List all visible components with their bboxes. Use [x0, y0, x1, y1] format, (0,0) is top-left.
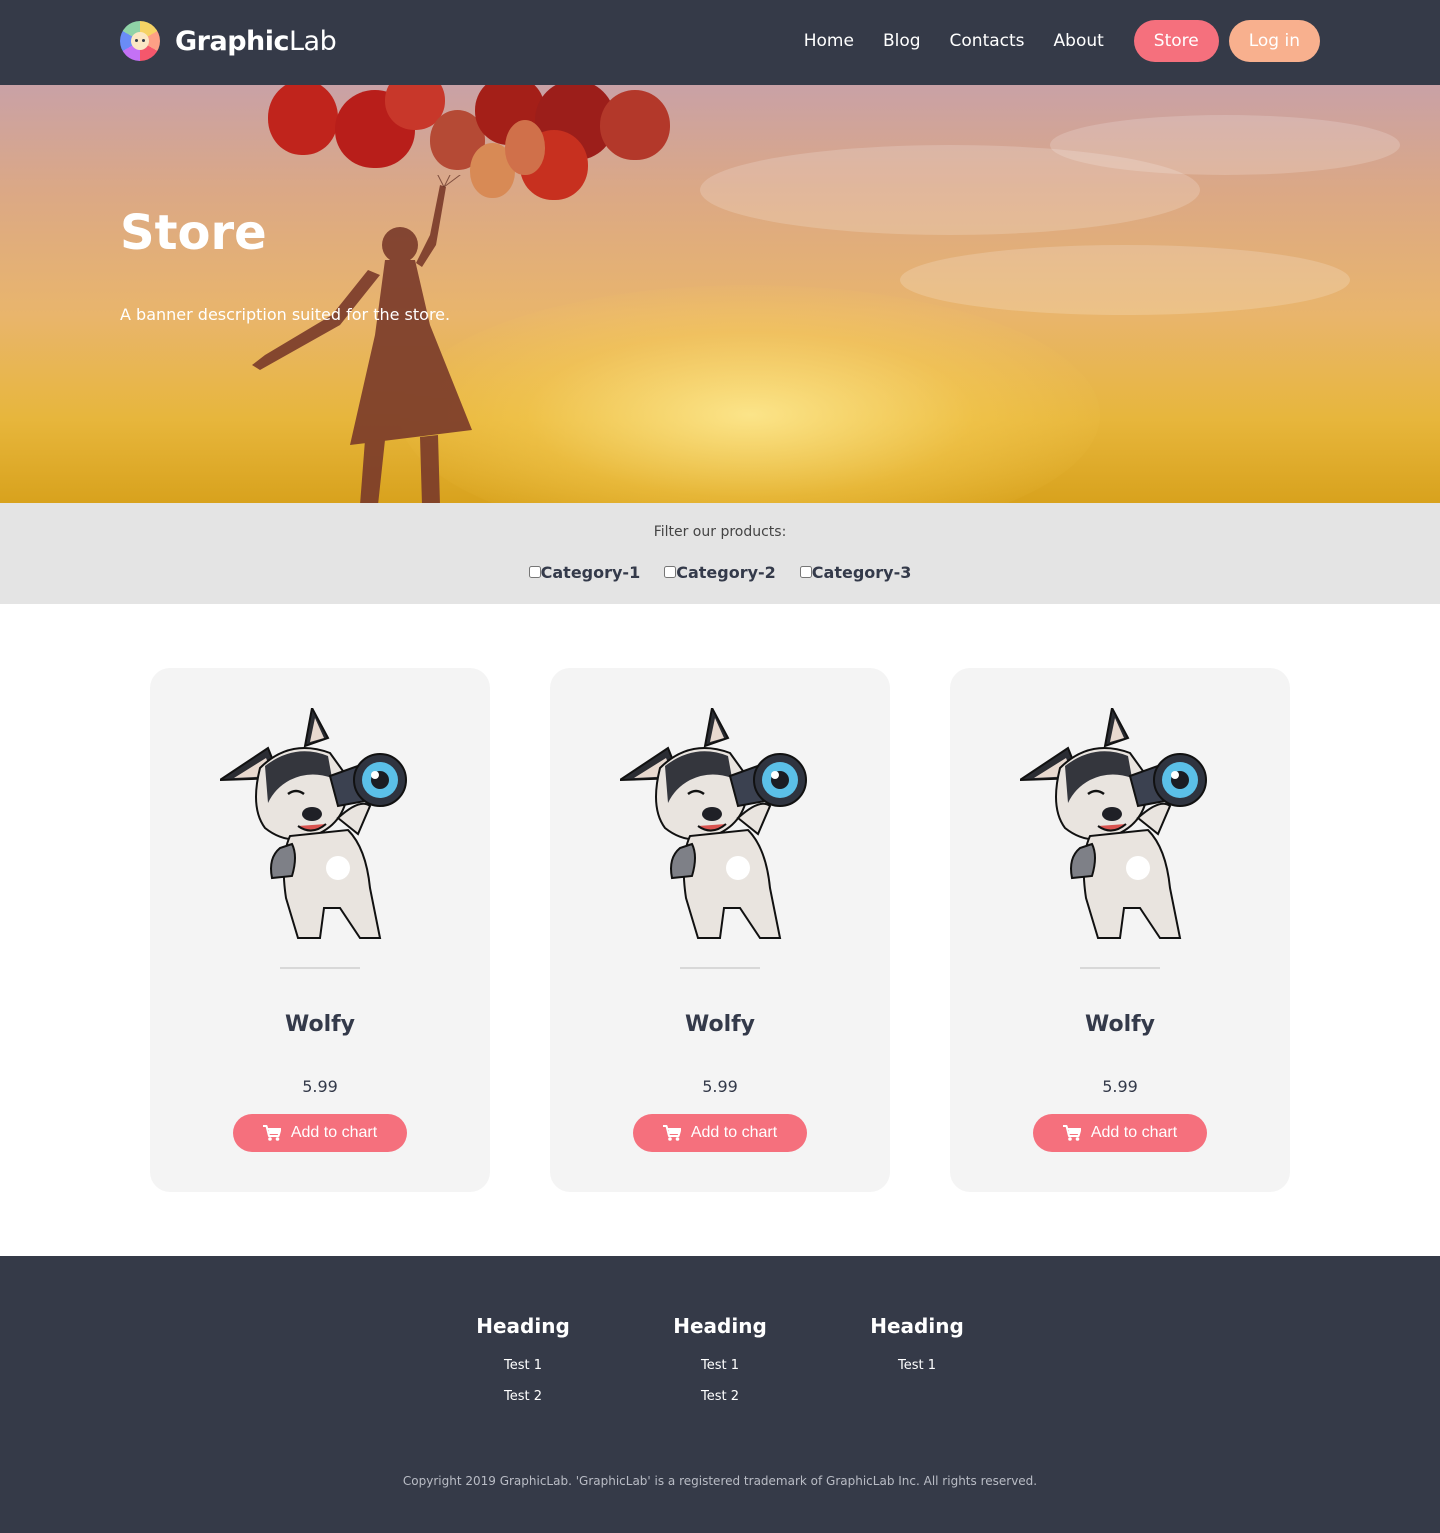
footer-column: Heading Test 1 [857, 1314, 977, 1389]
product-card: Wolfy 5.99 Add to chart [550, 668, 890, 1192]
girl-silhouette-image [252, 175, 472, 503]
footer-heading: Heading [870, 1314, 964, 1338]
logo[interactable]: GraphicLab [120, 20, 337, 62]
add-to-cart-button[interactable]: Add to chart [633, 1114, 807, 1152]
product-card: Wolfy 5.99 Add to chart [950, 668, 1290, 1192]
category-1-checkbox[interactable] [528, 565, 541, 578]
nav-home-link[interactable]: Home [804, 31, 854, 51]
shopping-cart-icon [1062, 1125, 1081, 1141]
wolf-mascot-image [1020, 708, 1208, 940]
product-price: 5.99 [302, 1077, 338, 1096]
footer-link[interactable]: Test 2 [660, 1389, 780, 1420]
category-2-checkbox[interactable] [664, 565, 677, 578]
filter-options: Category-1 Category-2 Category-3 [0, 563, 1440, 582]
hero-banner: Store A banner description suited for th… [0, 85, 1440, 503]
product-price: 5.99 [702, 1077, 738, 1096]
filter-category-3[interactable]: Category-3 [799, 563, 911, 582]
product-price: 5.99 [1102, 1077, 1138, 1096]
product-name: Wolfy [284, 1012, 356, 1037]
card-divider [680, 967, 760, 969]
category-3-checkbox[interactable] [799, 565, 812, 578]
product-filter: Filter our products: Category-1 Category… [0, 503, 1440, 604]
product-name: Wolfy [684, 1012, 756, 1037]
filter-category-2[interactable]: Category-2 [664, 563, 776, 582]
footer-heading: Heading [673, 1314, 767, 1338]
shopping-cart-icon [662, 1125, 681, 1141]
main-nav: Home Blog Contacts About Store Log in [804, 20, 1320, 62]
filter-category-1[interactable]: Category-1 [528, 563, 640, 582]
add-to-cart-button[interactable]: Add to chart [1033, 1114, 1207, 1152]
product-card: Wolfy 5.99 Add to chart [150, 668, 490, 1192]
footer-link[interactable]: Test 1 [857, 1358, 977, 1389]
nav-blog-link[interactable]: Blog [883, 31, 921, 51]
wolf-mascot-image [620, 708, 808, 940]
footer-link[interactable]: Test 1 [463, 1358, 583, 1389]
banner-title: Store [120, 205, 267, 261]
product-name: Wolfy [1084, 1012, 1156, 1037]
logo-palette-icon [120, 21, 160, 61]
site-header: GraphicLab Home Blog Contacts About Stor… [0, 0, 1440, 85]
footer-link[interactable]: Test 2 [463, 1389, 583, 1420]
footer-link[interactable]: Test 1 [660, 1358, 780, 1389]
logo-text: GraphicLab [175, 25, 337, 57]
nav-about-link[interactable]: About [1054, 31, 1104, 51]
card-divider [1080, 967, 1160, 969]
footer-heading: Heading [476, 1314, 570, 1338]
login-button[interactable]: Log in [1228, 20, 1320, 62]
nav-contacts-link[interactable]: Contacts [950, 31, 1025, 51]
site-footer: Heading Test 1 Test 2 Heading Test 1 Tes… [0, 1256, 1440, 1533]
shopping-cart-icon [262, 1125, 281, 1141]
banner-description: A banner description suited for the stor… [120, 305, 451, 324]
store-button[interactable]: Store [1133, 20, 1219, 62]
footer-column: Heading Test 1 Test 2 [463, 1314, 583, 1420]
add-to-cart-button[interactable]: Add to chart [233, 1114, 407, 1152]
card-divider [280, 967, 360, 969]
footer-column: Heading Test 1 Test 2 [660, 1314, 780, 1420]
wolf-mascot-image [220, 708, 408, 940]
filter-label: Filter our products: [653, 524, 787, 540]
copyright-text: Copyright 2019 GraphicLab. 'GraphicLab' … [402, 1474, 1038, 1488]
